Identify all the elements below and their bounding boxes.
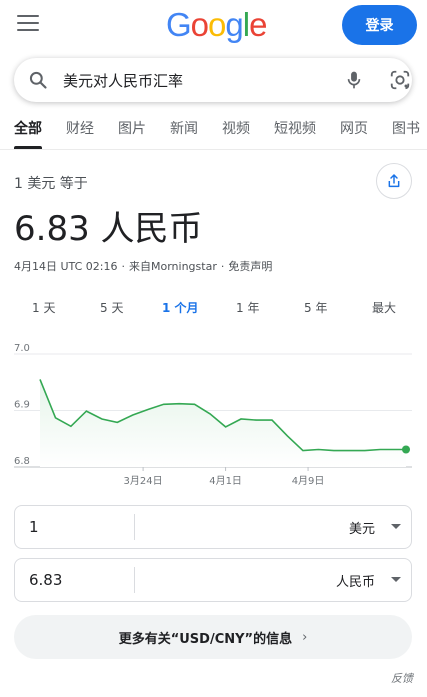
- chevron-down-icon[interactable]: [391, 524, 401, 529]
- series-area: [40, 379, 406, 467]
- time-range-selector: 1 天 5 天 1 个月 1 年 5 年 最大: [0, 299, 427, 319]
- disclaimer-link[interactable]: 免责声明: [228, 260, 272, 273]
- range-5-years[interactable]: 5 年: [304, 299, 327, 316]
- tab-news[interactable]: 新闻: [170, 118, 198, 138]
- to-currency-select[interactable]: 人民币: [336, 571, 375, 590]
- converter-from-row: 1 美元: [14, 505, 412, 549]
- logo-letter: G: [166, 6, 192, 43]
- exchange-rate-value: 6.83 人民币: [14, 209, 203, 249]
- range-max[interactable]: 最大: [372, 299, 396, 316]
- y-tick-label: 6.8: [14, 456, 30, 467]
- logo-letter: g: [225, 6, 243, 43]
- tab-images[interactable]: 图片: [118, 118, 146, 138]
- rate-timestamp: 4月14日 UTC 02:16: [14, 260, 118, 273]
- y-tick-label: 7.0: [14, 343, 30, 354]
- tab-finance[interactable]: 财经: [66, 118, 94, 138]
- chevron-down-icon[interactable]: [391, 577, 401, 582]
- converter-to-row: 6.83 人民币: [14, 558, 412, 602]
- tab-videos[interactable]: 视频: [222, 118, 250, 138]
- google-lens-icon[interactable]: [389, 69, 411, 91]
- x-tick-label: 4月9日: [292, 475, 325, 487]
- microphone-icon[interactable]: [344, 69, 364, 91]
- more-info-label: 更多有关“USD/CNY”的信息: [118, 631, 293, 647]
- logo-letter: o: [208, 6, 226, 43]
- feedback-link[interactable]: 反馈: [391, 670, 413, 686]
- x-tick-label: 3月24日: [124, 475, 163, 487]
- search-icon: [29, 71, 47, 89]
- search-box[interactable]: 美元对人民币汇率: [14, 58, 412, 102]
- range-1-day[interactable]: 1 天: [32, 299, 55, 316]
- exchange-rate-chart[interactable]: 7.0 6.9 6.8 3月24日 4月1日 4月9日: [0, 340, 427, 495]
- from-amount-input[interactable]: 1: [29, 518, 39, 536]
- conversion-base-text: 1 美元 等于: [14, 176, 88, 192]
- more-info-button[interactable]: 更多有关“USD/CNY”的信息 ›: [14, 615, 412, 659]
- active-tab-indicator: [14, 146, 42, 149]
- chevron-right-icon: ›: [302, 629, 308, 645]
- to-amount-input[interactable]: 6.83: [29, 571, 62, 589]
- tab-web[interactable]: 网页: [340, 118, 368, 138]
- share-button[interactable]: [376, 163, 412, 199]
- rate-source: 来自Morningstar: [129, 260, 217, 273]
- rate-meta: 4月14日 UTC 02:16 · 来自Morningstar · 免责声明: [14, 260, 273, 273]
- signin-button[interactable]: 登录: [342, 5, 417, 45]
- tab-books[interactable]: 图书: [392, 118, 420, 138]
- hamburger-menu-icon[interactable]: [17, 15, 39, 33]
- from-currency-select[interactable]: 美元: [349, 518, 375, 537]
- top-bar: Google 登录: [0, 0, 427, 52]
- range-1-month[interactable]: 1 个月: [162, 299, 199, 316]
- google-logo[interactable]: Google: [166, 6, 267, 44]
- search-query[interactable]: 美元对人民币汇率: [63, 70, 183, 91]
- range-1-year[interactable]: 1 年: [236, 299, 259, 316]
- x-tick-label: 4月1日: [209, 475, 242, 487]
- range-5-days[interactable]: 5 天: [100, 299, 123, 316]
- logo-letter: o: [190, 6, 209, 43]
- tab-short-videos[interactable]: 短视频: [274, 118, 316, 138]
- share-icon: [388, 174, 400, 188]
- search-tabs: 全部 财经 图片 新闻 视频 短视频 网页 图书: [0, 112, 427, 150]
- converter-divider: [134, 567, 135, 593]
- current-value-dot: [402, 445, 410, 454]
- tab-all[interactable]: 全部: [14, 118, 42, 138]
- logo-letter: e: [249, 6, 267, 43]
- y-tick-label: 6.9: [14, 400, 30, 411]
- converter-divider: [134, 514, 135, 540]
